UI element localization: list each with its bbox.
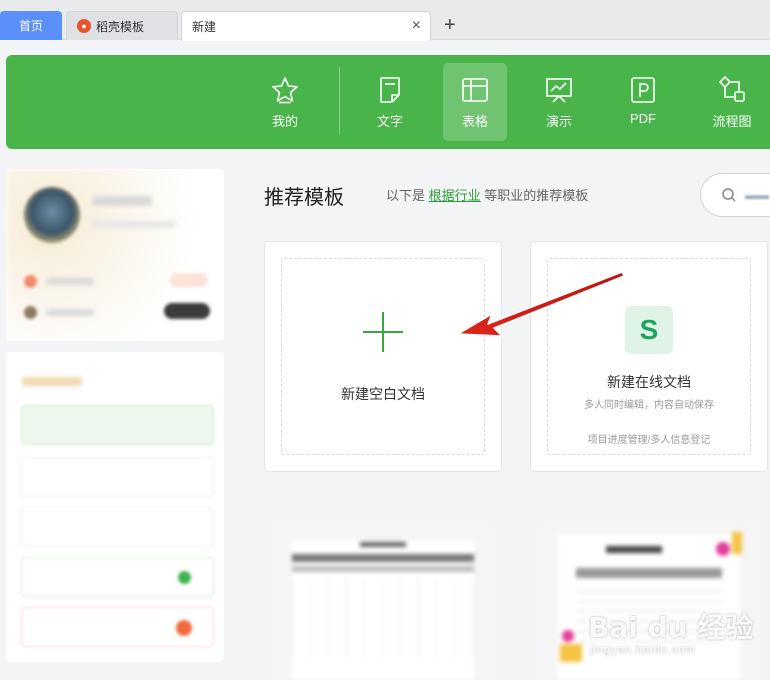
blurred-panel-title — [22, 377, 82, 386]
header-item-pdf[interactable]: PDF — [611, 63, 675, 141]
header-item-label: PDF — [630, 111, 656, 126]
search-input[interactable]: ▬▬ — [700, 173, 770, 217]
plus-icon — [382, 312, 384, 352]
spreadsheet-icon — [462, 78, 488, 102]
online-sheet-icon: S — [625, 306, 673, 354]
search-icon — [722, 188, 736, 202]
blurred-member-text — [46, 278, 94, 285]
blurred-menu-row-1[interactable] — [21, 405, 214, 445]
header-item-flowchart[interactable]: 流程图 — [700, 63, 764, 141]
document-icon — [380, 77, 400, 103]
header-item-writer[interactable]: 文字 — [358, 63, 422, 141]
blurred-member-badge[interactable] — [170, 273, 208, 287]
doc-type-header: 我的 文字 表格 演示 PDF 流程图 — [6, 55, 770, 149]
new-online-doc-examples: 项目进度管理/多人信息登记 — [587, 435, 711, 446]
blurred-open-button[interactable] — [164, 303, 210, 319]
header-item-label: 文字 — [376, 114, 403, 129]
header-item-label: 流程图 — [712, 114, 752, 129]
header-item-presentation[interactable]: 演示 — [527, 63, 591, 141]
presentation-icon — [546, 78, 572, 103]
search-placeholder-blurred: ▬▬ — [745, 188, 769, 202]
header-item-label: 演示 — [545, 114, 572, 129]
page-title: 推荐模板 — [264, 187, 344, 209]
header-item-mine[interactable]: 我的 — [253, 63, 317, 141]
flame-icon: ● — [77, 19, 91, 33]
blurred-menu-row-3[interactable] — [21, 507, 214, 547]
industry-link[interactable]: 根据行业 — [429, 188, 481, 203]
new-blank-doc-label: 新建空白文档 — [341, 386, 425, 402]
subtitle-suffix: 等职业的推荐模板 — [484, 188, 589, 203]
tab-home[interactable]: 首页 — [0, 11, 62, 40]
blurred-row-icon — [176, 620, 192, 636]
annotation-arrow-icon — [457, 271, 625, 337]
blurred-user-info — [92, 221, 176, 228]
tab-daoke-templates[interactable]: ● 稻壳模板 — [66, 11, 178, 40]
blurred-row-icon — [178, 571, 191, 584]
blurred-menu-row-2[interactable] — [21, 457, 214, 497]
user-profile-card[interactable] — [6, 169, 224, 341]
header-item-label: 表格 — [461, 114, 488, 129]
page-subtitle: 以下是 根据行业 等职业的推荐模板 — [386, 185, 588, 204]
blurred-super-member-text — [46, 309, 94, 316]
tab-new[interactable]: 新建 × — [181, 11, 431, 41]
close-icon[interactable]: × — [412, 18, 421, 34]
tab-home-label: 首页 — [18, 19, 43, 33]
add-tab-icon[interactable]: + — [444, 13, 456, 37]
tab-new-label: 新建 — [192, 20, 217, 34]
tab-daoke-label: 稻壳模板 — [96, 19, 145, 34]
tab-bar: 首页 ● 稻壳模板 新建 × + — [0, 0, 770, 41]
blurred-username — [92, 196, 152, 206]
header-item-spreadsheet[interactable]: 表格 — [443, 63, 507, 141]
watermark-url: jingyan.baidu.com — [590, 644, 696, 656]
subtitle-prefix: 以下是 — [386, 188, 426, 203]
star-icon — [272, 77, 298, 104]
header-divider — [339, 67, 340, 135]
watermark: Bai du 经验 jingyan.baidu.com — [588, 596, 768, 666]
flowchart-icon — [718, 75, 745, 102]
super-member-dot-icon — [24, 306, 37, 319]
new-online-doc-description: 多人同时编辑，内容自动保存 — [584, 400, 714, 411]
avatar[interactable] — [24, 187, 80, 243]
new-online-doc-title: 新建在线文档 — [607, 374, 691, 390]
header-item-label: 我的 — [271, 114, 298, 129]
template-thumbnail-1[interactable] — [270, 520, 496, 680]
left-menu-panel — [6, 352, 224, 662]
watermark-logo: Bai du 经验 — [588, 611, 754, 644]
member-dot-icon — [24, 275, 37, 288]
pdf-icon — [631, 77, 655, 103]
